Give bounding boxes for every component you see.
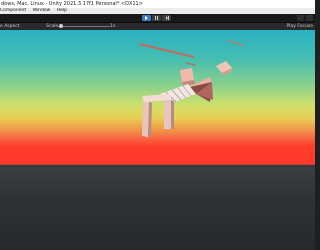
step-icon	[165, 16, 169, 20]
menu-item-window[interactable]: Window	[33, 8, 51, 13]
scene-table-leg-right-side	[171, 100, 174, 129]
scale-slider-handle[interactable]	[59, 24, 63, 28]
layout-button[interactable]	[306, 15, 313, 21]
window-title-bar: dows, Mac, Linux - Unity 2021.3.17f1 Per…	[0, 0, 315, 8]
play-icon	[145, 16, 148, 20]
scale-slider-track[interactable]	[58, 26, 110, 27]
scene-cube-left	[180, 68, 194, 82]
step-button[interactable]	[162, 15, 171, 21]
scene-table-leg-right	[164, 100, 171, 129]
game-view-toolbar: e Aspect Scale 1x Play Focuse	[0, 23, 315, 30]
scale-value: 1x	[110, 24, 116, 29]
scene-ground-edge	[0, 165, 315, 167]
scale-label: Scale	[46, 24, 59, 29]
editor-toolbar	[0, 14, 315, 23]
scene-beam-right	[227, 40, 244, 46]
pause-button[interactable]	[152, 15, 161, 21]
layers-button[interactable]	[297, 15, 304, 21]
pause-icon	[155, 16, 158, 20]
menu-item-component[interactable]: Component	[0, 8, 26, 13]
aspect-dropdown[interactable]: e Aspect	[0, 23, 20, 30]
scene-table-leg-left	[142, 102, 149, 137]
game-viewport[interactable]	[0, 30, 315, 250]
menu-item-help[interactable]: Help	[57, 8, 67, 13]
scene-beam-small	[185, 62, 196, 66]
play-button[interactable]	[142, 15, 151, 21]
scene-beam-top	[139, 43, 194, 58]
play-focused-dropdown[interactable]: Play Focuse	[287, 23, 313, 30]
window-title: dows, Mac, Linux - Unity 2021.3.17f1 Per…	[1, 1, 143, 7]
scene-render	[0, 40, 315, 167]
